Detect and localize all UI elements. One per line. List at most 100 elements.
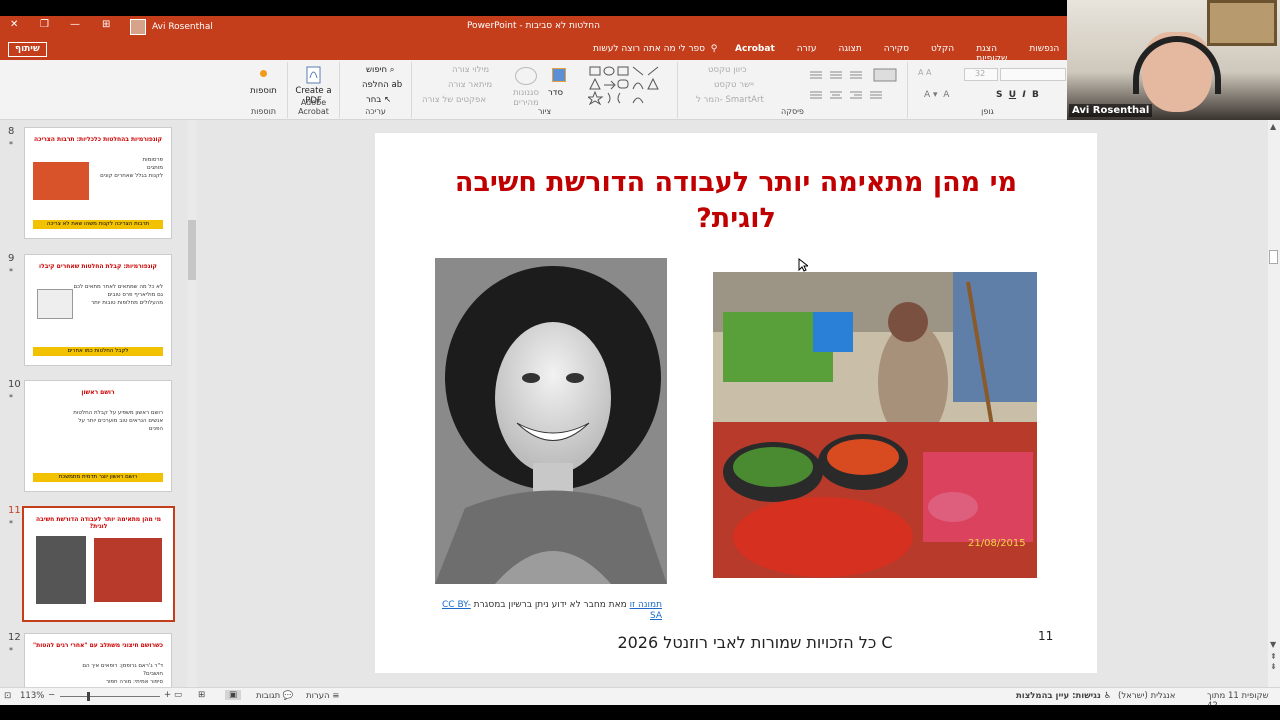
ribbon: תוספות תוספות Create a PDF Adobe Acrobat… [0,60,1067,120]
previous-slide-icon[interactable]: ⇞ [1270,652,1277,661]
thumbnail-market-picture [94,538,162,602]
select-button[interactable]: בחר ↖ [366,95,391,105]
slide-title[interactable]: מי מהן מתאימה יותר לעבודה הדורשת חשיבה ל… [415,165,1057,237]
thumbnail-bullet: אנשים הנראים טוב מוערכים יותר על הפנים [78,418,163,432]
ribbon-group-drawing: מילוי צורה מיתאר צורה אפקטים של צורה סגנ… [412,62,678,118]
reading-view-icon[interactable]: ▭ [174,690,182,700]
italic-button[interactable]: I [1022,90,1025,100]
thumbnail-scrollbar[interactable] [187,120,197,687]
bold-button[interactable]: B [1032,90,1039,100]
slide-sorter-icon[interactable]: ⊞ [198,690,205,700]
shape-fill-button[interactable]: מילוי צורה [452,65,489,75]
thumbnail-bullet: גם מוליאריף פרס טובים [107,292,163,298]
ribbon-group-addins: תוספות תוספות [240,62,288,118]
addins-button[interactable]: תוספות [240,86,287,96]
shape-outline-button[interactable]: מיתאר צורה [448,80,492,90]
paragraph-controls-icon[interactable] [806,68,902,104]
thumbnail-picture [37,289,73,319]
thumbnail-bullets: לא כל מה שמתאים לאחר מתאים לכם גם מוליארי… [73,283,163,307]
zoom-slider-thumb[interactable] [87,692,90,701]
ribbon-group-adobe: Create a PDF Adobe Acrobat [288,62,340,118]
align-text-button[interactable]: יישר טקסט [714,80,754,90]
slide-thumbnail-pane[interactable]: 8 * קונפורמיות בהחלטות כלכליות: תרבות הצרי… [0,120,200,687]
thumbnail-banner: רושם ראשון יוצר תדמית מתמשכת [33,473,163,482]
find-button[interactable]: חיפוש ⌕ [366,65,395,75]
slide-thumbnail[interactable]: כשרושם חיצוני משתלב עם "אחרי רגים להטות"… [24,633,172,687]
lightbulb-icon: ⚲ [707,44,718,54]
woman-photo[interactable] [435,258,667,584]
quick-styles-icon [515,67,537,85]
comments-button[interactable]: תגובות 💬 [256,691,294,701]
zoom-out-button[interactable]: − [48,690,55,700]
screen-bottom-bar [0,705,1280,720]
thumbnail-bullet: סיפור אמיתי: מורה חפוּר [106,679,163,685]
arrange-button[interactable]: סדר [548,88,563,98]
fit-to-window-icon[interactable]: ⊡ [4,691,11,701]
addins-icon [260,70,267,77]
slide-canvas[interactable]: מי מהן מתאימה יותר לעבודה הדורשת חשיבה ל… [375,133,1097,673]
language-status[interactable]: אנגלית (ישראל) [1118,691,1175,701]
scroll-down-icon[interactable]: ▼ [1270,640,1276,649]
thumbnail-star: * [9,393,13,402]
slide-thumbnail[interactable]: רושם ראשון רושם ראשון משפיע על קבלת החלטו… [24,380,172,492]
shape-effects-button[interactable]: אפקטים של צורה [422,95,486,105]
ribbon-tab-bar: שיתוף ספר לי מה אתה רוצה לעשות ⚲ Acrobat… [0,38,1087,64]
zoom-level[interactable]: 113% [20,691,44,701]
thumbnail-number: 11 [8,505,21,516]
tell-me-search[interactable]: ספר לי מה אתה רוצה לעשות ⚲ [593,44,717,54]
tell-me-text: ספר לי מה אתה רוצה לעשות [593,44,706,54]
next-slide-icon[interactable]: ⇟ [1270,662,1277,671]
slide-number[interactable]: 11 [1038,629,1053,643]
image-credit: תמונה זו מאת מחבר לא ידוע ניתן ברשיון במ… [442,600,662,622]
market-photo-image: 21/08/2015 [713,272,1037,578]
font-size-adjust-icon[interactable]: A A [918,68,958,80]
market-photo[interactable]: 21/08/2015 [713,272,1037,578]
thumbnail-scrollbar-thumb[interactable] [188,220,196,280]
addins-group-label: תוספות [250,107,277,116]
window-title: PowerPoint - החלטות לא סביבות [466,21,601,31]
thumbnail-bullets: ד"ר ג'ראם גרופמן: רופאים איך הם חושבים? ס… [73,662,163,687]
ribbon-group-font: 32 A A A ▾ A S U I B גופן [908,62,1067,118]
video-tile[interactable]: Avi Rosenthal [1067,0,1280,120]
photo-date-stamp: 21/08/2015 [968,538,1026,549]
text-direction-button[interactable]: כיוון טקסט [708,65,747,75]
font-size-box[interactable]: 32 [964,68,998,81]
credit-link[interactable]: תמונה זו [630,600,662,610]
underline-button[interactable]: U [1009,90,1016,100]
thumbnail-woman-picture [36,536,86,604]
thumbnail-bullet: מהעלולים מחלופות טובות יותר [91,300,163,306]
participant-name: Avi Rosenthal [1069,104,1153,117]
slide-thumbnail[interactable]: מי מהן מתאימה יותר לעבודה הדורשת חשיבה ל… [22,506,175,622]
thumbnail-number: 9 [8,253,15,264]
slide-thumbnail[interactable]: קונפורמיות: קבלת החלטות שאחרים קיבלו לא כ… [24,254,172,366]
zoom-in-button[interactable]: + [164,690,171,700]
font-name-box[interactable] [1000,68,1066,81]
zoom-slider[interactable] [60,696,160,697]
slide-thumbnail[interactable]: קונפורמיות בהחלטות כלכליות: תרבות הצריכה… [24,127,172,239]
slide-footer-copyright[interactable]: C כל הזכויות שמורות לאבי רוזנטל 2026 [575,633,935,652]
slide-scrollbar-thumb[interactable] [1269,250,1278,264]
share-button[interactable]: שיתוף [8,42,47,57]
shadow-button[interactable]: S [996,90,1002,100]
thumbnail-star: * [9,646,13,655]
normal-view-icon[interactable]: ▣ [225,690,242,700]
thumbnail-number: 8 [8,126,15,137]
workspace: 8 * קונפורמיות בהחלטות כלכליות: תרבות הצרי… [0,120,1280,687]
replace-button[interactable]: החלפה ab [362,80,402,90]
woman-photo-image [435,258,667,584]
notes-button[interactable]: הערות ≡ [306,691,339,701]
credit-text: מאת מחבר לא ידוע ניתן ברשיון במסגרת [470,600,630,610]
status-bar: ⊡ 113% − + ▭ ⊞ ▣ תגובות 💬 הערות ≡ נגישות… [0,687,1280,711]
font-color-icon[interactable]: A ▾ A [924,90,949,100]
arrange-icon [552,68,566,82]
mouse-cursor-icon [798,258,808,272]
font-style-buttons: S U I B [996,90,1039,100]
scroll-up-icon[interactable]: ▲ [1270,122,1276,131]
slide-scrollbar[interactable]: ▲ ▼ ⇞ ⇟ [1268,120,1280,687]
thumbnail-bullet: רושם ראשון משפיע על קבלת החלטות [73,410,163,416]
smartart-button[interactable]: המר ל- SmartArt [696,95,764,105]
thumbnail-number: 12 [8,632,21,643]
quick-styles-button[interactable]: סגנונות מהירים [508,88,544,108]
shapes-gallery-icon[interactable] [588,65,674,105]
accessibility-status[interactable]: נגישות: עיין בהמלצות ♿ [1016,691,1111,701]
